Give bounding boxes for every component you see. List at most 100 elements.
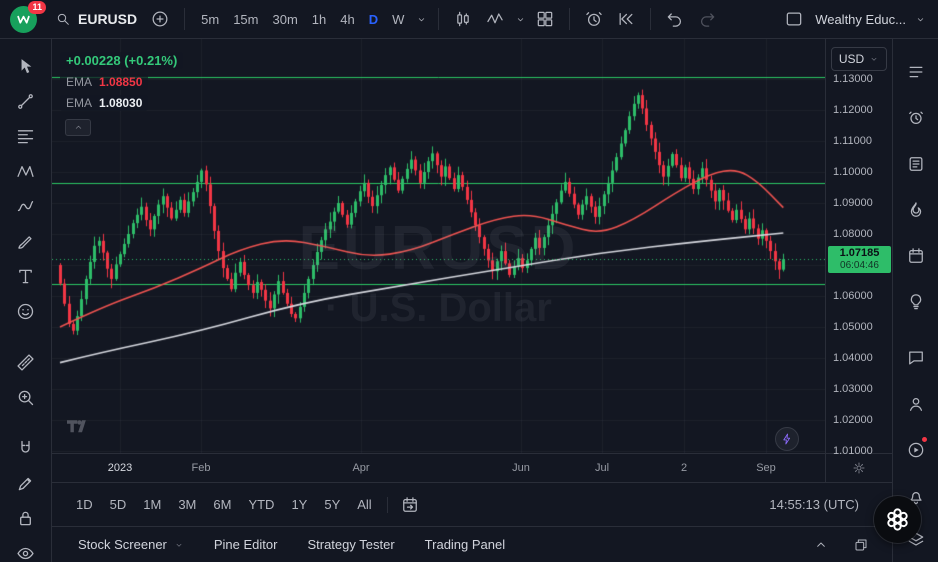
compare-add-symbol-button[interactable] xyxy=(145,5,175,33)
pine-editor-tab[interactable]: Pine Editor xyxy=(204,531,288,558)
chat-icon xyxy=(906,348,926,368)
timeframe-4h-button[interactable]: 4h xyxy=(333,7,361,32)
hotlists-panel-button[interactable] xyxy=(897,187,935,233)
chatgpt-logo[interactable] xyxy=(874,496,921,543)
time-label: Feb xyxy=(192,462,211,474)
tool-group xyxy=(7,345,45,415)
candles-icon xyxy=(453,9,473,29)
streams-icon xyxy=(906,394,926,414)
timeframe-toolbar: 5m15m30m1h4hDW xyxy=(194,7,411,32)
range-5y-button[interactable]: 5Y xyxy=(316,491,348,518)
magnet-tool[interactable] xyxy=(7,431,45,466)
range-3m-button[interactable]: 3M xyxy=(170,491,204,518)
ema-indicator-row-2[interactable]: EMA 1.08030 xyxy=(60,95,148,111)
strategy-tester-tab[interactable]: Strategy Tester xyxy=(297,531,404,558)
redo-button[interactable] xyxy=(692,5,722,33)
clock-label[interactable]: 14:55:13 (UTC) xyxy=(769,497,859,512)
ideas-panel-button[interactable] xyxy=(897,279,935,325)
timeframe-w-button[interactable]: W xyxy=(385,7,411,32)
lightning-button[interactable] xyxy=(775,427,799,451)
trend-line-tool[interactable] xyxy=(7,84,45,119)
create-alert-button[interactable] xyxy=(579,5,609,33)
tool-group xyxy=(7,431,45,562)
timeframe-5m-button[interactable]: 5m xyxy=(194,7,226,32)
top-toolbar: 11 EURUSD 5m15m30m1h4hDW Wealthy Educ... xyxy=(0,0,938,39)
zoom-in-tool[interactable] xyxy=(7,380,45,415)
chart-settings-button[interactable] xyxy=(844,454,874,482)
eye-tool[interactable] xyxy=(7,536,45,562)
live-panel-button[interactable] xyxy=(897,427,935,473)
chevron-down-icon xyxy=(915,14,926,25)
indicators-button[interactable] xyxy=(480,5,510,33)
symbol-search-button[interactable]: EURUSD xyxy=(49,7,143,31)
range-all-button[interactable]: All xyxy=(349,491,379,518)
grid-layout-button[interactable] xyxy=(530,5,560,33)
edit-tool[interactable] xyxy=(7,466,45,501)
xabcd-pattern-tool[interactable] xyxy=(7,154,45,189)
ema-indicator-row-1[interactable]: EMA 1.08850 xyxy=(60,74,148,90)
lock-tool[interactable] xyxy=(7,501,45,536)
watchlist-panel-button[interactable] xyxy=(897,49,935,95)
timeframe-15m-button[interactable]: 15m xyxy=(226,7,265,32)
tool-group xyxy=(7,49,45,329)
calendar-icon xyxy=(906,246,926,266)
trend-line-icon xyxy=(15,91,36,112)
currency-dropdown[interactable]: USD xyxy=(831,47,887,71)
plus-circle-icon xyxy=(150,9,170,29)
legend-collapse-button[interactable] xyxy=(65,119,91,136)
stock-screener-tab[interactable]: Stock Screener xyxy=(68,531,194,558)
chart-column: EURUSD · U.S. Dollar +0.00228 (+0.21%) E… xyxy=(52,39,892,562)
drawing-toolbar xyxy=(0,39,52,562)
maximize-icon xyxy=(853,537,869,553)
chevron-down-icon xyxy=(174,540,184,550)
app-logo[interactable]: 11 xyxy=(10,6,37,33)
gear-icon xyxy=(851,460,867,476)
timeframe-d-button[interactable]: D xyxy=(362,7,385,32)
price-tick: 1.08000 xyxy=(833,227,873,241)
layout-menu-button[interactable] xyxy=(912,5,928,33)
news-panel-button[interactable] xyxy=(897,141,935,187)
range-6m-button[interactable]: 6M xyxy=(205,491,239,518)
timeframe-menu-button[interactable] xyxy=(413,5,429,33)
forecast-tool[interactable] xyxy=(7,189,45,224)
fib-retracement-tool[interactable] xyxy=(7,119,45,154)
emoji-tool[interactable] xyxy=(7,294,45,329)
cursor-tool[interactable] xyxy=(7,49,45,84)
calendar-go-icon xyxy=(400,495,420,515)
price-tick: 1.13000 xyxy=(833,72,873,86)
range-ytd-button[interactable]: YTD xyxy=(240,491,282,518)
range-1y-button[interactable]: 1Y xyxy=(283,491,315,518)
notification-dot xyxy=(921,436,928,443)
alerts-panel-button[interactable] xyxy=(897,95,935,141)
text-tool[interactable] xyxy=(7,259,45,294)
price-axis[interactable]: USD 1.130001.120001.110001.100001.090001… xyxy=(825,39,892,453)
toolbar-divider xyxy=(438,8,439,30)
indicator-templates-button[interactable] xyxy=(512,5,528,33)
trading-panel-tab[interactable]: Trading Panel xyxy=(415,531,515,558)
time-axis[interactable]: 2023FebAprJunJul2Sep xyxy=(52,454,825,482)
brush-tool[interactable] xyxy=(7,224,45,259)
tradingview-logo[interactable] xyxy=(67,420,91,439)
maximize-panel-button[interactable] xyxy=(846,531,876,559)
layout-select-button[interactable] xyxy=(779,5,809,33)
time-label: 2 xyxy=(681,462,687,474)
streams-panel-button[interactable] xyxy=(897,381,935,427)
chart-style-button[interactable] xyxy=(448,5,478,33)
range-1d-button[interactable]: 1D xyxy=(68,491,101,518)
bar-replay-button[interactable] xyxy=(611,5,641,33)
toolbar-divider xyxy=(569,8,570,30)
go-to-date-button[interactable] xyxy=(395,491,425,519)
timeframe-1h-button[interactable]: 1h xyxy=(305,7,333,32)
undo-button[interactable] xyxy=(660,5,690,33)
collapse-panel-button[interactable] xyxy=(806,531,836,559)
time-label: Jul xyxy=(595,462,609,474)
ruler-tool[interactable] xyxy=(7,345,45,380)
price-tick: 1.10000 xyxy=(833,165,873,179)
timeframe-30m-button[interactable]: 30m xyxy=(265,7,304,32)
layout-name-button[interactable]: Wealthy Educ... xyxy=(811,8,910,31)
range-1m-button[interactable]: 1M xyxy=(135,491,169,518)
calendar-panel-button[interactable] xyxy=(897,233,935,279)
chat-panel-button[interactable] xyxy=(897,335,935,381)
range-5d-button[interactable]: 5D xyxy=(102,491,135,518)
chevron-down-icon xyxy=(416,14,427,25)
